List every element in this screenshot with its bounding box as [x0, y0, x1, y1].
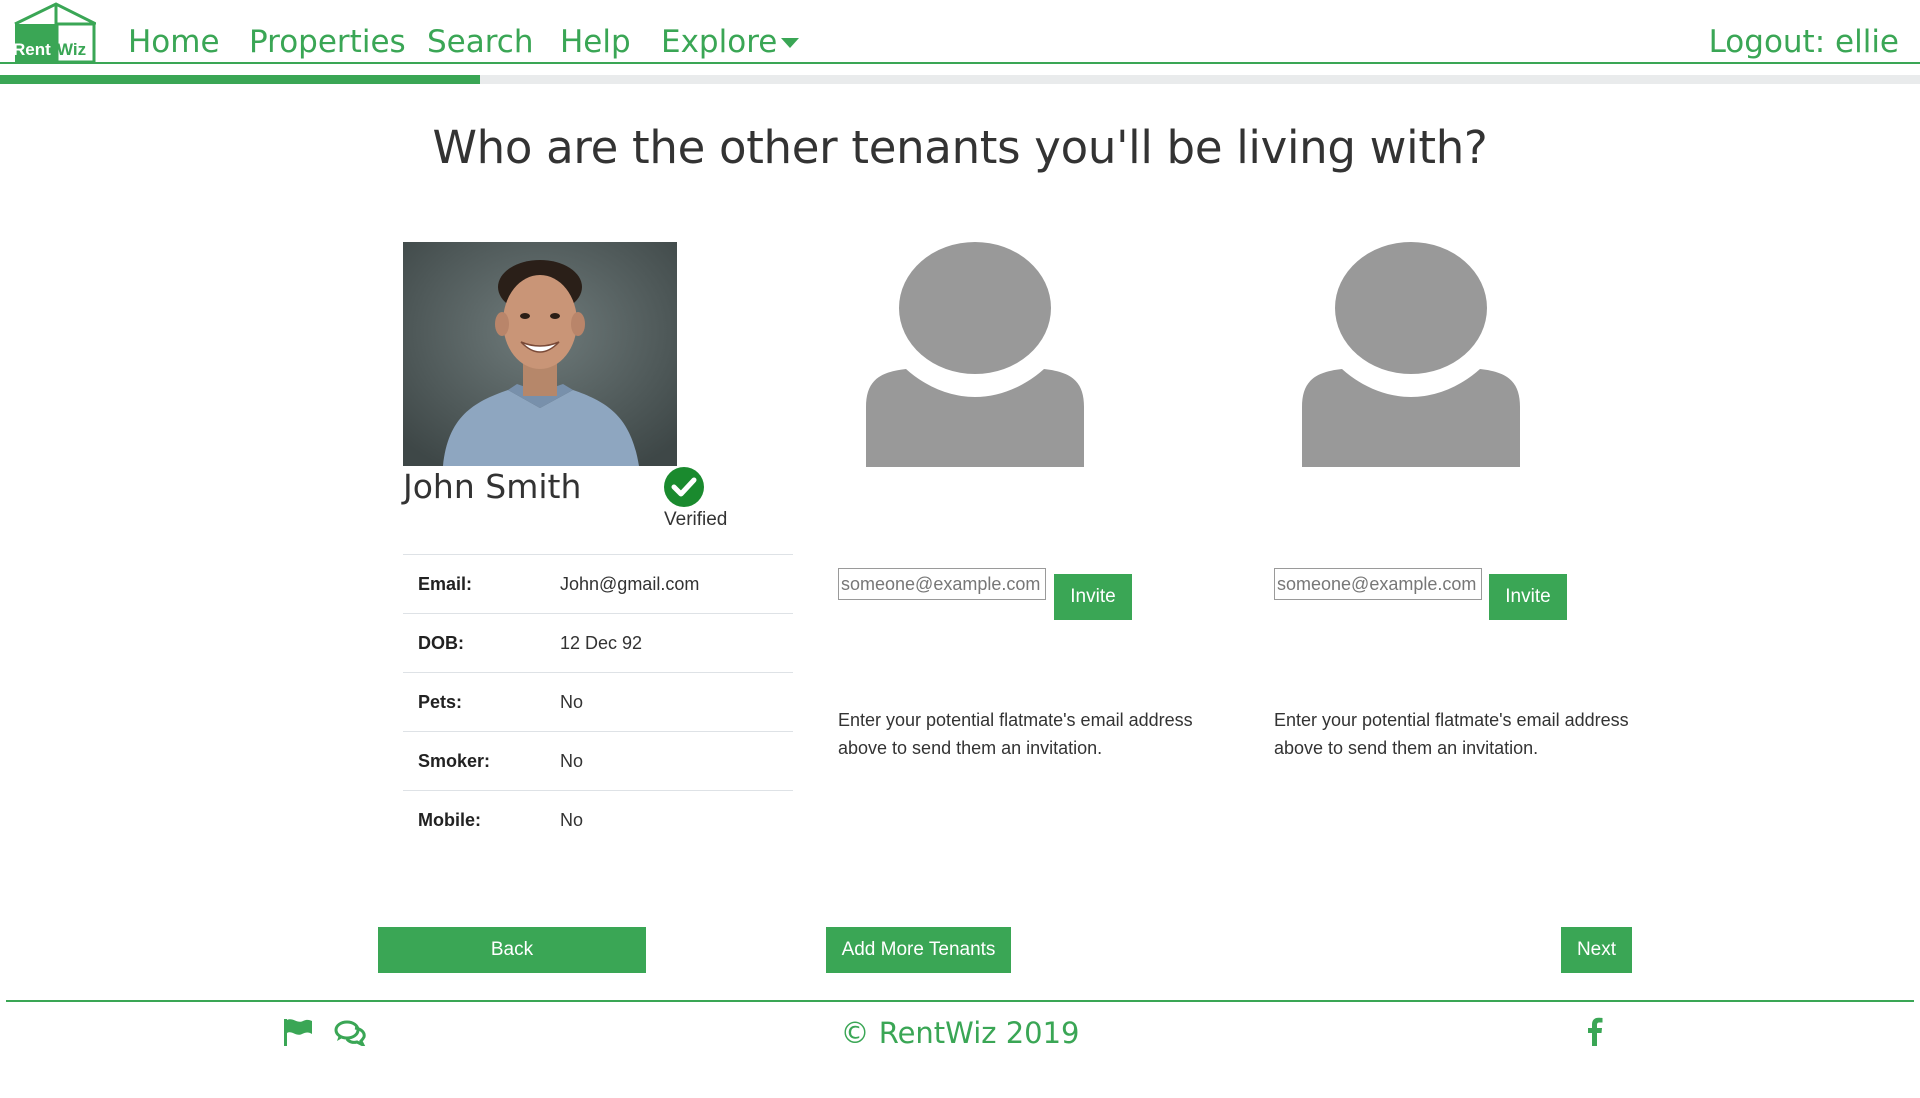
tenant-photo [403, 242, 677, 466]
tenant-name: John Smith [403, 467, 582, 506]
rentwiz-logo[interactable]: Rent Wiz [12, 2, 96, 64]
navbar: Rent Wiz Home Properties Search Help Exp… [0, 0, 1920, 64]
logout-link[interactable]: Logout: ellie [1709, 22, 1899, 62]
svg-text:Wiz: Wiz [57, 40, 86, 59]
add-more-tenants-button[interactable]: Add More Tenants [826, 927, 1011, 973]
user-placeholder-icon [1302, 242, 1520, 467]
table-row: Pets: No [403, 673, 793, 732]
nav-search[interactable]: Search [427, 22, 534, 62]
detail-value: No [560, 692, 584, 712]
detail-label: Smoker: [418, 751, 491, 771]
svg-text:Rent: Rent [13, 40, 51, 59]
detail-value: 12 Dec 92 [560, 633, 643, 653]
table-row: Email: John@gmail.com [403, 555, 793, 614]
detail-label: Pets: [418, 692, 463, 712]
verified-label: Verified [664, 509, 728, 530]
invite-button[interactable]: Invite [1054, 574, 1132, 620]
next-button[interactable]: Next [1561, 927, 1632, 973]
detail-label: Mobile: [418, 810, 481, 830]
nav-help[interactable]: Help [560, 22, 631, 62]
detail-label: Email: [418, 574, 473, 594]
invite-email-input[interactable] [838, 568, 1046, 600]
table-row: Smoker: No [403, 732, 793, 791]
footer-copyright: © RentWiz 2019 [840, 1016, 1080, 1050]
nav-home[interactable]: Home [128, 22, 220, 62]
nav-properties[interactable]: Properties [249, 22, 406, 62]
page-title: Who are the other tenants you'll be livi… [432, 121, 1488, 174]
nav-explore[interactable]: Explore [661, 22, 777, 62]
nav-divider [0, 62, 1920, 64]
chevron-down-icon[interactable] [781, 38, 799, 48]
table-row: Mobile: No [403, 791, 793, 849]
tenant-details-table: Email: John@gmail.com DOB: 12 Dec 92 Pet… [403, 554, 793, 849]
table-row: DOB: 12 Dec 92 [403, 614, 793, 673]
detail-label: DOB: [418, 633, 464, 653]
back-button[interactable]: Back [378, 927, 646, 973]
invite-help-text: Enter your potential flatmate's email ad… [838, 710, 1193, 758]
invite-email-input[interactable] [1274, 568, 1482, 600]
progress-bar-fill [0, 75, 480, 84]
invite-button[interactable]: Invite [1489, 574, 1567, 620]
detail-value: No [560, 751, 584, 771]
user-placeholder-icon [866, 242, 1084, 467]
detail-value: No [560, 810, 584, 830]
detail-value: John@gmail.com [560, 574, 700, 594]
invite-help-text: Enter your potential flatmate's email ad… [1274, 710, 1629, 758]
footer-divider [6, 1000, 1914, 1002]
verified-check-icon [664, 467, 704, 507]
facebook-icon[interactable] [1587, 1016, 1603, 1046]
